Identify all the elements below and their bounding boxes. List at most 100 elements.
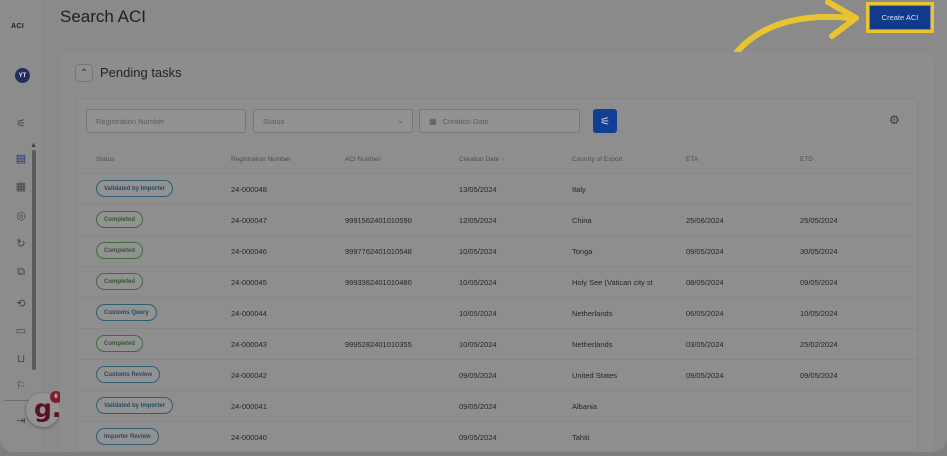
app-logo: ACI — [11, 23, 24, 30]
stamp-icon[interactable]: ⊔ — [15, 353, 27, 365]
table-cell-country: Albania — [572, 402, 598, 411]
document-list-icon[interactable]: ▦ — [15, 181, 27, 193]
scroll-up-icon[interactable]: ▲ — [30, 142, 37, 149]
table-cell-etd: 25/05/2024 — [800, 216, 838, 225]
sidebar-scrollbar[interactable] — [32, 150, 36, 370]
table-cell-eta: 09/05/2024 — [686, 247, 724, 256]
table-cell-reg: 24-000041 — [231, 402, 267, 411]
registration-number-input[interactable]: Registration Number — [86, 109, 246, 133]
table-row-divider — [76, 390, 917, 391]
table-cell-date: 10/05/2024 — [459, 278, 497, 287]
status-badge: Completed — [96, 335, 144, 352]
table-row-divider — [76, 359, 917, 360]
table-cell-reg: 24-000044 — [231, 309, 267, 318]
column-header-aci-number[interactable]: ACI Number — [345, 156, 381, 163]
page-title: Search ACI — [60, 7, 146, 26]
table-cell-country: Holy See (Vatican city st — [572, 278, 653, 287]
screen: ACI YT ⚟ ▤ ▦ ◎ ↻ ⧉ ⟲ ▭ ⊔ ⚐ ⇥ ▲ g. 6 Sear… — [0, 0, 947, 456]
sidebar: ACI YT ⚟ ▤ ▦ ◎ ↻ ⧉ ⟲ ▭ ⊔ ⚐ ⇥ ▲ — [0, 0, 44, 452]
status-badge: Validated by Importer — [96, 397, 174, 414]
table-row-divider — [76, 204, 917, 205]
sliders-icon: ⚟ — [600, 115, 610, 128]
status-badge: Completed — [96, 242, 144, 259]
table-cell-reg: 24-000043 — [231, 340, 267, 349]
logout-icon[interactable]: ⇥ — [15, 415, 27, 427]
advanced-filters-button[interactable]: ⚟ — [593, 109, 617, 133]
table-cell-country: Netherlands — [572, 309, 613, 318]
pending-tasks-card — [75, 98, 918, 452]
panel-title: Pending tasks — [100, 65, 182, 80]
status-select[interactable]: Status ⌄ — [253, 109, 413, 133]
registration-placeholder: Registration Number — [96, 116, 165, 126]
table-cell-date: 12/05/2024 — [459, 216, 497, 225]
column-header-registration[interactable]: Registration Number — [231, 156, 291, 163]
chevron-down-icon: ⌄ — [397, 116, 404, 125]
table-cell-eta: 09/05/2024 — [686, 371, 724, 380]
table-cell-aci: 9991562401010590 — [345, 216, 412, 225]
column-header-status[interactable]: Status — [96, 156, 114, 163]
table-row-divider — [76, 235, 917, 236]
table-row-divider — [76, 421, 917, 422]
table-cell-eta: 25/06/2024 — [686, 216, 724, 225]
date-placeholder: Creation Date — [442, 116, 489, 126]
table-cell-reg: 24-000047 — [231, 216, 267, 225]
flag-icon[interactable]: ⚐ — [15, 380, 27, 392]
status-placeholder: Status — [263, 116, 285, 126]
calendar-icon: ▦ — [429, 116, 437, 126]
collapse-panel-button[interactable]: ⌃ — [75, 64, 93, 82]
table-cell-country: Italy — [572, 185, 586, 194]
table-cell-country: Tonga — [572, 247, 593, 256]
table-cell-date: 13/05/2024 — [459, 185, 497, 194]
table-cell-reg: 24-000042 — [231, 371, 267, 380]
link-icon[interactable]: ⟲ — [15, 298, 27, 310]
globe-icon[interactable]: ◎ — [15, 210, 27, 222]
column-header-creation-date[interactable]: Creation Date ↑ — [459, 156, 504, 163]
table-cell-eta: 08/05/2024 — [686, 278, 724, 287]
status-badge: Customs Review — [96, 366, 161, 383]
status-badge: Customs Query — [96, 304, 157, 321]
column-header-country[interactable]: Country of Export — [572, 156, 623, 163]
table-cell-country: Tahiti — [572, 433, 590, 442]
table-cell-date: 10/05/2024 — [459, 247, 497, 256]
table-cell-date: 09/05/2024 — [459, 371, 497, 380]
table-cell-reg: 24-000048 — [231, 185, 267, 194]
table-cell-reg: 24-000045 — [231, 278, 267, 287]
table-cell-eta: 03/05/2024 — [686, 340, 724, 349]
table-cell-etd: 09/05/2024 — [800, 371, 838, 380]
table-cell-reg: 24-000046 — [231, 247, 267, 256]
column-header-eta[interactable]: ETA — [686, 156, 698, 163]
table-cell-reg: 24-000040 — [231, 433, 267, 442]
table-cell-country: China — [572, 216, 592, 225]
table-cell-eta: 06/05/2024 — [686, 309, 724, 318]
table-settings-gear-icon[interactable]: ⚙ — [889, 114, 901, 126]
table-cell-aci: 9995282401010355 — [345, 340, 412, 349]
table-cell-date: 10/05/2024 — [459, 309, 497, 318]
table-cell-aci: 9997762401010548 — [345, 247, 412, 256]
file-copy-icon[interactable]: ⧉ — [15, 266, 27, 278]
user-avatar[interactable]: YT — [15, 68, 30, 83]
column-header-etd[interactable]: ETD — [800, 156, 813, 163]
table-cell-date: 10/05/2024 — [459, 340, 497, 349]
table-row-divider — [76, 173, 917, 174]
status-badge: Importer Review — [96, 428, 159, 445]
table-cell-country: Netherlands — [572, 340, 613, 349]
table-cell-country: United States — [572, 371, 618, 380]
table-cell-etd: 09/05/2024 — [800, 278, 838, 287]
app-window: ACI YT ⚟ ▤ ▦ ◎ ↻ ⧉ ⟲ ▭ ⊔ ⚐ ⇥ ▲ g. 6 Sear… — [0, 0, 947, 452]
table-row-divider — [76, 297, 917, 298]
document-icon[interactable]: ▤ — [15, 153, 27, 165]
table-cell-etd: 25/02/2024 — [800, 340, 838, 349]
creation-date-input[interactable]: ▦ Creation Date — [419, 109, 580, 133]
table-cell-etd: 30/05/2024 — [800, 247, 838, 256]
chat-icon[interactable]: ▭ — [15, 325, 27, 337]
chevron-up-icon: ⌃ — [79, 67, 89, 79]
helper-launcher[interactable]: g. 6 — [26, 391, 62, 427]
status-badge: Completed — [96, 211, 144, 228]
status-badge: Completed — [96, 273, 144, 290]
refresh-icon[interactable]: ↻ — [15, 238, 27, 250]
table-cell-aci: 9993362401010480 — [345, 278, 412, 287]
table-row-divider — [76, 328, 917, 329]
create-aci-button[interactable]: Create ACI — [870, 6, 930, 29]
sliders-icon[interactable]: ⚟ — [15, 118, 27, 130]
table-cell-date: 09/05/2024 — [459, 433, 497, 442]
